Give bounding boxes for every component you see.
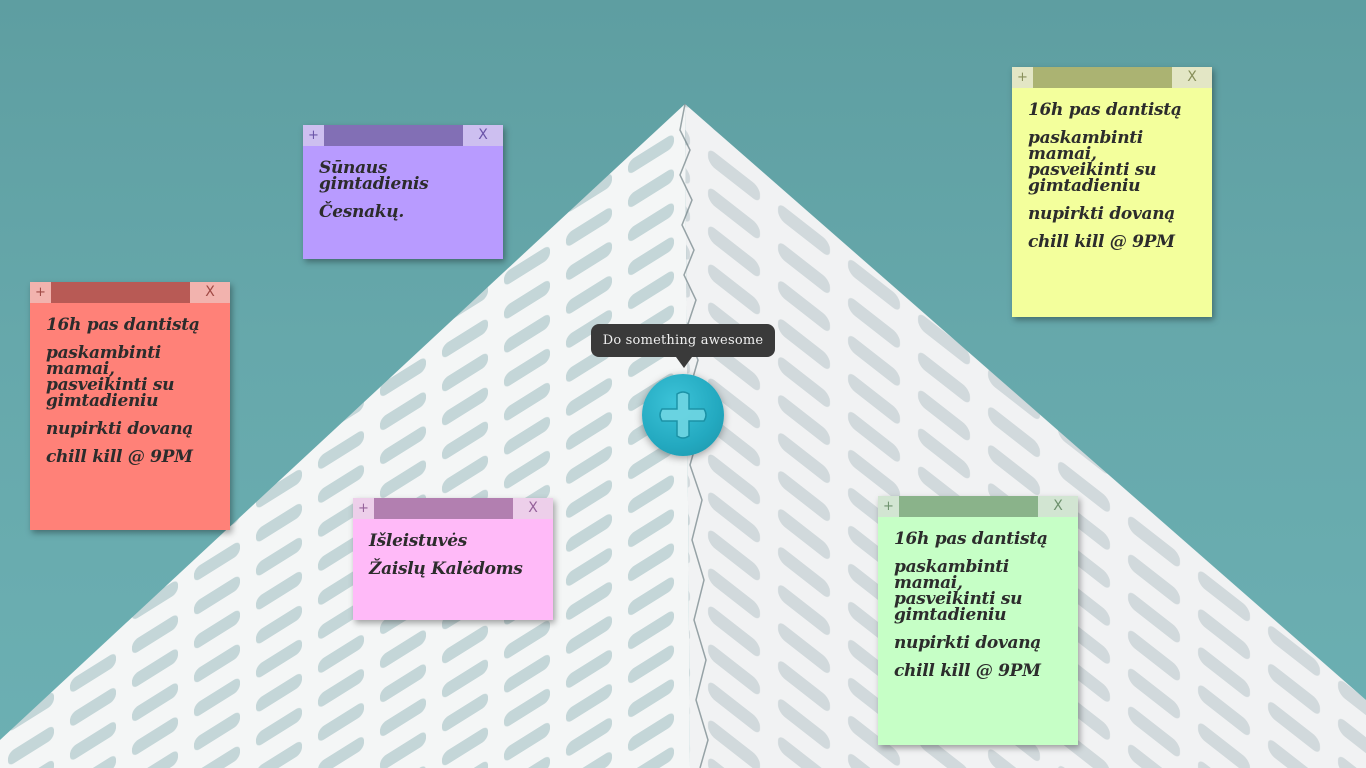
note-text: 16h pas dantistą <box>894 529 1048 549</box>
add-note-button[interactable]: + <box>878 496 899 517</box>
note-text: 16h pas dantistą <box>46 315 200 335</box>
add-note-button[interactable]: + <box>303 125 324 146</box>
note-content[interactable]: 16h pas dantistą paskambinti mamai, pasv… <box>878 517 1078 693</box>
note-title-bar[interactable]: + X <box>1012 67 1212 88</box>
sticky-note[interactable]: + X 16h pas dantistą paskambinti mamai, … <box>878 496 1078 745</box>
note-content[interactable]: Išleistuvės Žaislų Kalėdoms <box>353 519 553 591</box>
note-content[interactable]: Sūnaus gimtadienis Česnakų. <box>303 146 503 234</box>
close-note-button[interactable]: X <box>190 282 230 303</box>
sticky-note[interactable]: + X Sūnaus gimtadienis Česnakų. <box>303 125 503 259</box>
close-note-button[interactable]: X <box>1038 496 1078 517</box>
note-title-bar[interactable]: + X <box>303 125 503 146</box>
note-text: 16h pas dantistą <box>1028 100 1182 120</box>
note-text: paskambinti mamai, pasveikinti su gimtad… <box>46 343 175 411</box>
note-text: Išleistuvės <box>369 531 468 551</box>
note-title-bar[interactable]: + X <box>878 496 1078 517</box>
close-note-button[interactable]: X <box>513 498 553 519</box>
add-note-button[interactable]: + <box>30 282 51 303</box>
note-text: nupirkti dovaną <box>46 419 194 439</box>
add-note-main-button[interactable] <box>642 374 724 456</box>
sticky-note[interactable]: + X Išleistuvės Žaislų Kalėdoms <box>353 498 553 620</box>
note-text: Žaislų Kalėdoms <box>369 559 523 579</box>
note-text: chill kill @ 9PM <box>894 661 1041 681</box>
note-text: Sūnaus gimtadienis <box>319 158 429 194</box>
note-text: paskambinti mamai, pasveikinti su gimtad… <box>1028 128 1157 196</box>
note-content[interactable]: 16h pas dantistą paskambinti mamai, pasv… <box>1012 88 1212 264</box>
add-button-tooltip: Do something awesome <box>591 324 775 357</box>
tooltip-arrow <box>676 357 692 368</box>
note-text: nupirkti dovaną <box>1028 204 1176 224</box>
note-title-bar[interactable]: + X <box>353 498 553 519</box>
note-title-bar[interactable]: + X <box>30 282 230 303</box>
sticky-note[interactable]: + X 16h pas dantistą paskambinti mamai, … <box>30 282 230 530</box>
note-text: chill kill @ 9PM <box>46 447 193 467</box>
note-text: paskambinti mamai, pasveikinti su gimtad… <box>894 557 1023 625</box>
note-text: Česnakų. <box>319 202 404 222</box>
note-text: nupirkti dovaną <box>894 633 1042 653</box>
note-text: chill kill @ 9PM <box>1028 232 1175 252</box>
note-content[interactable]: 16h pas dantistą paskambinti mamai, pasv… <box>30 303 230 479</box>
close-note-button[interactable]: X <box>1172 67 1212 88</box>
plus-icon <box>659 391 707 439</box>
close-note-button[interactable]: X <box>463 125 503 146</box>
add-note-button[interactable]: + <box>1012 67 1033 88</box>
sticky-note[interactable]: + X 16h pas dantistą paskambinti mamai, … <box>1012 67 1212 317</box>
add-note-button[interactable]: + <box>353 498 374 519</box>
